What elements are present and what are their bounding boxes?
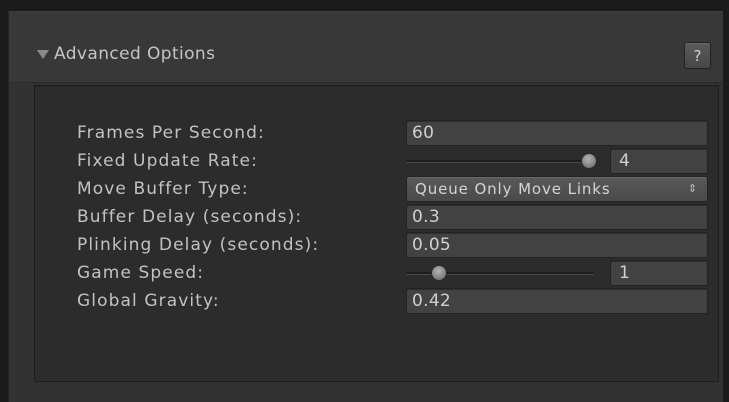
triangle-down-icon <box>37 50 49 59</box>
frames-per-second-field[interactable]: 60 <box>406 120 708 146</box>
fixed-update-rate-field[interactable]: 4 <box>610 148 708 174</box>
slider-knob[interactable] <box>431 265 448 281</box>
plinking-delay-label: Plinking Delay (seconds): <box>77 235 320 255</box>
options-panel: Frames Per Second: 60 Fixed Update Rate:… <box>34 85 719 382</box>
plinking-delay-row: Plinking Delay (seconds): 0.05 <box>35 232 720 258</box>
buffer-delay-row: Buffer Delay (seconds): 0.3 <box>35 204 720 230</box>
slider-track <box>406 160 594 163</box>
fixed-update-rate-slider[interactable] <box>406 148 602 174</box>
section-title: Advanced Options <box>54 44 216 64</box>
help-button[interactable]: ? <box>684 42 711 69</box>
game-speed-row: Game Speed: 1 <box>35 260 720 286</box>
dropdown-value: Queue Only Move Links <box>415 180 611 198</box>
game-speed-field[interactable]: 1 <box>610 260 708 286</box>
inspector-window: Advanced Options ? Frames Per Second: 60… <box>8 11 723 402</box>
frames-per-second-row: Frames Per Second: 60 <box>35 120 720 146</box>
fixed-update-rate-row: Fixed Update Rate: 4 <box>35 148 720 174</box>
global-gravity-label: Global Gravity: <box>77 291 220 311</box>
game-speed-label: Game Speed: <box>77 263 205 283</box>
move-buffer-type-label: Move Buffer Type: <box>77 179 249 199</box>
move-buffer-type-row: Move Buffer Type: Queue Only Move Links … <box>35 176 720 202</box>
buffer-delay-field[interactable]: 0.3 <box>406 204 708 230</box>
advanced-options-foldout[interactable]: Advanced Options <box>37 43 215 65</box>
slider-knob[interactable] <box>580 153 597 169</box>
global-gravity-field[interactable]: 0.42 <box>406 288 708 314</box>
fixed-update-rate-label: Fixed Update Rate: <box>77 151 258 171</box>
section-header: Advanced Options ? <box>9 12 723 83</box>
buffer-delay-label: Buffer Delay (seconds): <box>77 207 303 227</box>
frames-per-second-label: Frames Per Second: <box>77 123 265 143</box>
game-speed-slider[interactable] <box>406 260 602 286</box>
global-gravity-row: Global Gravity: 0.42 <box>35 288 720 314</box>
plinking-delay-field[interactable]: 0.05 <box>406 232 708 258</box>
help-icon: ? <box>693 46 702 65</box>
move-buffer-type-dropdown[interactable]: Queue Only Move Links ⇕ <box>406 176 708 202</box>
up-down-arrows-icon: ⇕ <box>687 182 698 195</box>
